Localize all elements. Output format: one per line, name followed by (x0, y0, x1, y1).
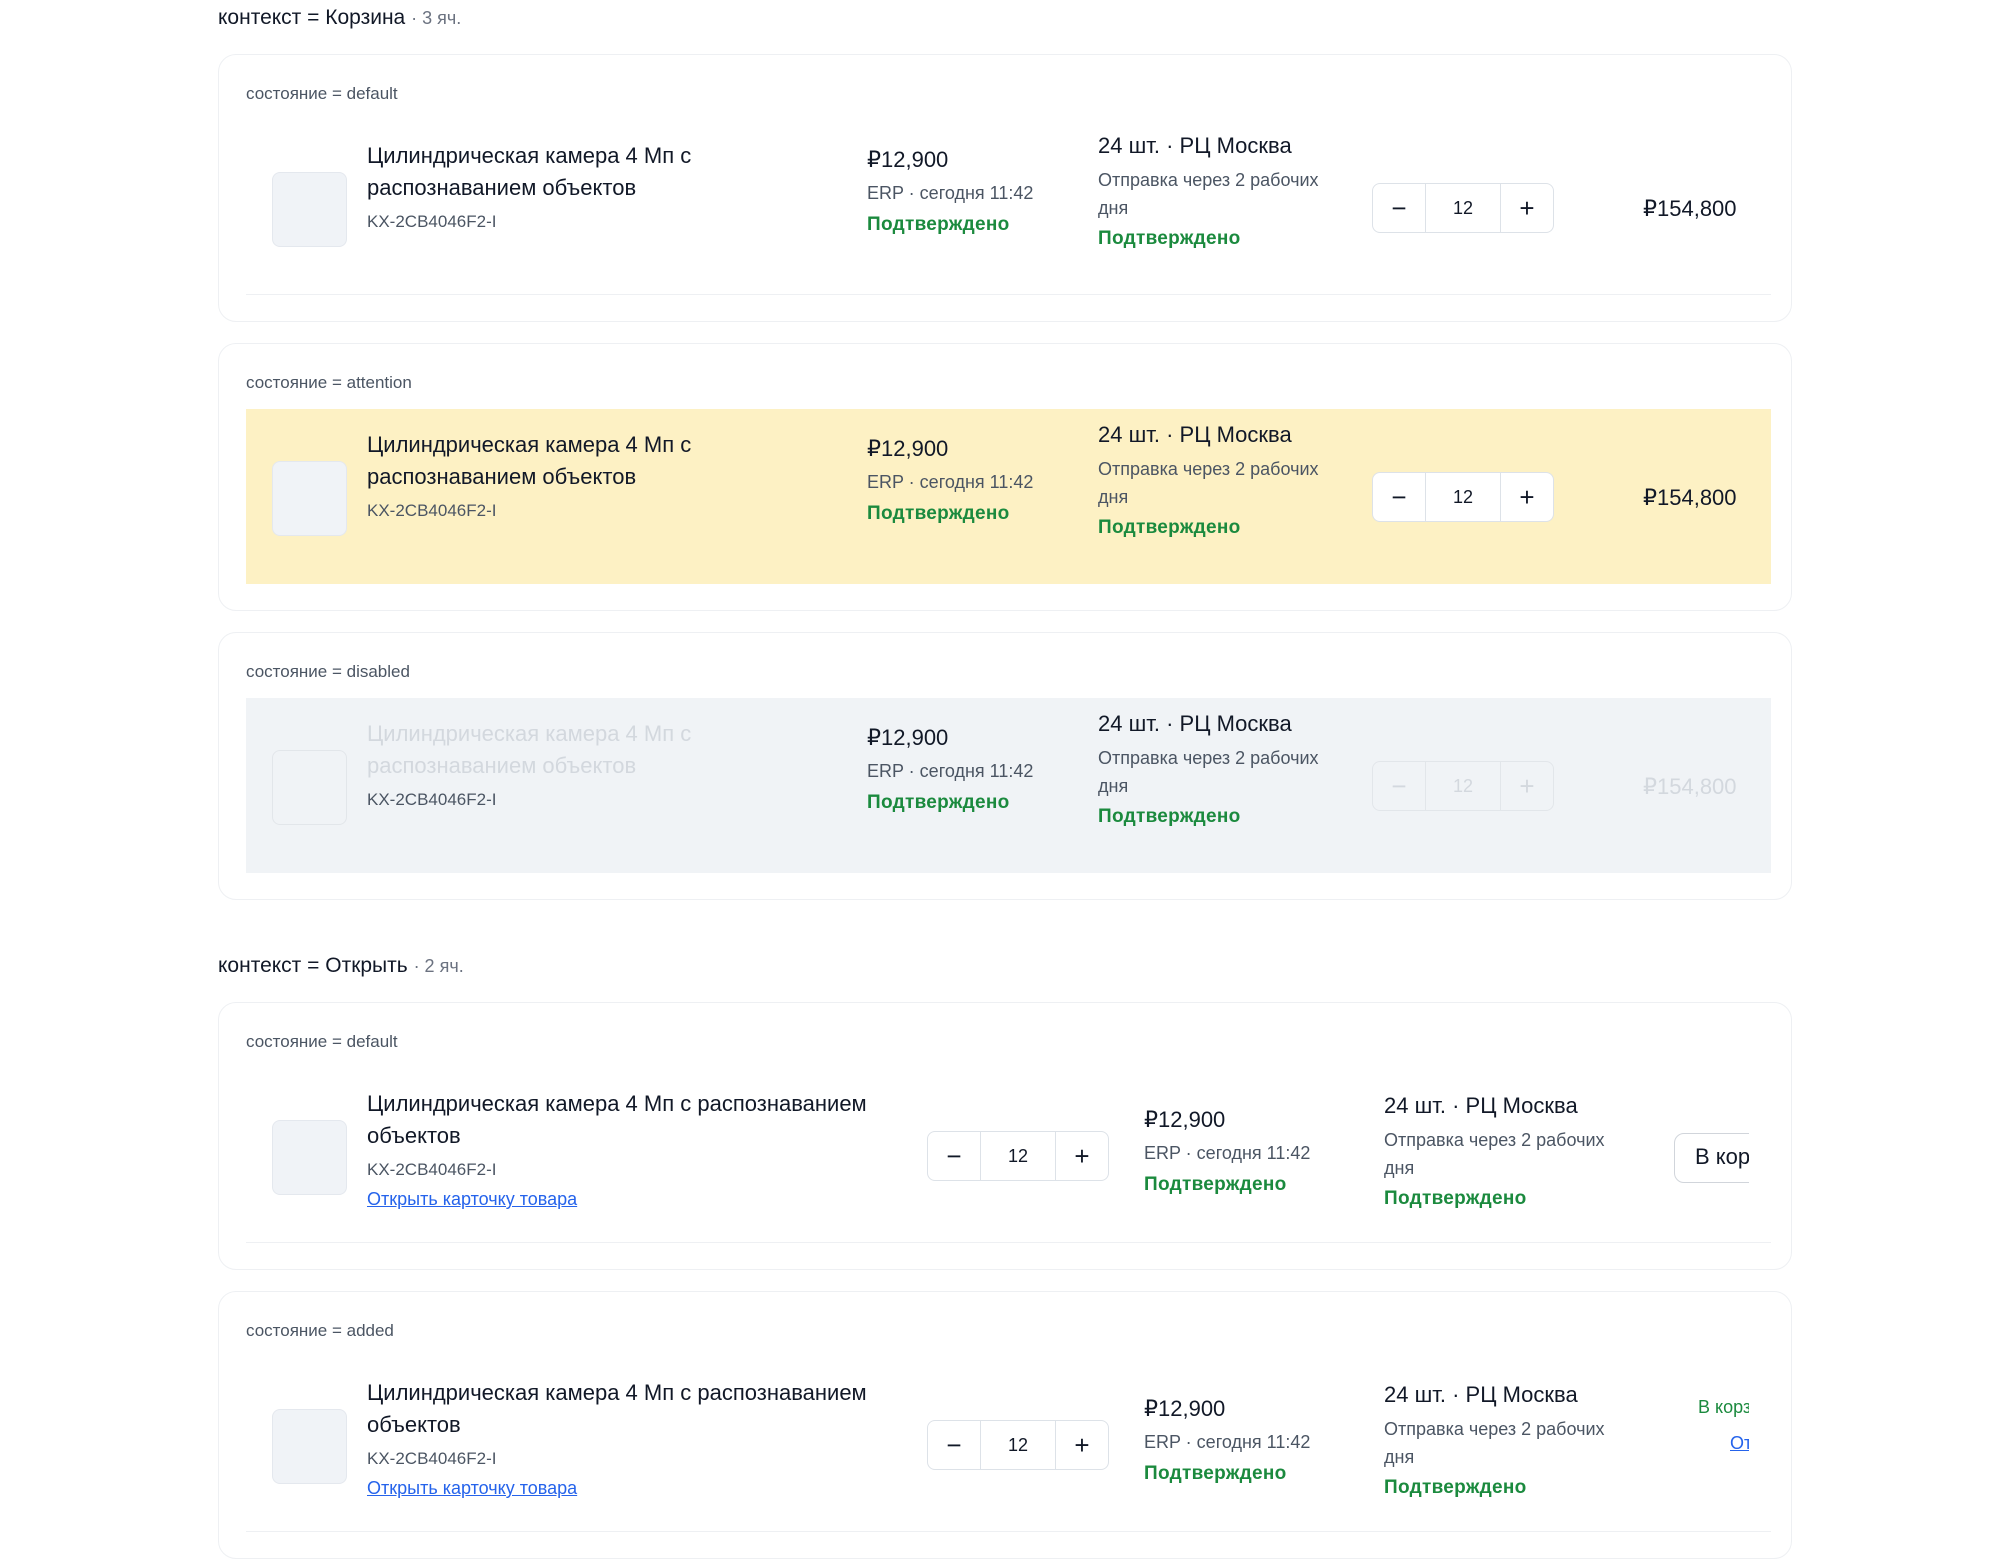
increment-button: + (1519, 770, 1535, 801)
product-sku: KX-2CB4046F2-I (367, 501, 497, 520)
price-status: Подтверждено (867, 503, 1010, 524)
price-source: ERP · сегодня 11:42 (867, 761, 1034, 781)
product-thumbnail (272, 172, 347, 247)
price-status: Подтверждено (867, 792, 1010, 813)
quantity-stepper: − 12 + (1372, 761, 1554, 811)
price-source: ERP · сегодня 11:42 (1144, 1143, 1311, 1163)
card-cart-attention: состояние = attention Цилиндрическая кам… (218, 343, 1792, 611)
line-total: ₽154,800 (1643, 196, 1737, 221)
shipping-info: Отправка через 2 рабочих дня (1098, 170, 1319, 218)
in-cart-status: В корзине (1698, 1397, 1749, 1417)
price-status: Подтверждено (867, 214, 1010, 235)
product-name: Цилиндрическая камера 4 Мп с распознавани… (367, 432, 692, 489)
state-label: состояние = default (246, 84, 398, 103)
price-source: ERP · сегодня 11:42 (867, 183, 1034, 203)
shipping-info: Отправка через 2 рабочих дня (1098, 459, 1319, 507)
shipping-info: Отправка через 2 рабочих дня (1384, 1130, 1605, 1178)
open-product-card-link[interactable]: Открыть карточку товара (367, 1189, 577, 1210)
context-count: · 2 яч. (413, 956, 464, 976)
product-name: Цилиндрическая камера 4 Мп с распознавани… (367, 143, 692, 200)
decrement-button[interactable]: − (1373, 184, 1425, 232)
price: ₽12,900 (867, 147, 949, 172)
quantity-input[interactable]: 12 (980, 1421, 1056, 1469)
state-label: состояние = attention (246, 373, 412, 392)
price: ₽12,900 (867, 436, 949, 461)
product-sku: KX-2CB4046F2-I (367, 212, 497, 231)
price-source: ERP · сегодня 11:42 (867, 472, 1034, 492)
state-label: состояние = disabled (246, 662, 410, 681)
card-open-default: состояние = default Цилиндрическая камер… (218, 1002, 1792, 1270)
price: ₽12,900 (1144, 1107, 1226, 1132)
product-thumbnail (272, 461, 347, 536)
product-thumbnail (272, 1120, 347, 1195)
price: ₽12,900 (1144, 1396, 1226, 1421)
increment-button[interactable]: + (1501, 473, 1553, 521)
shipping-info: Отправка через 2 рабочих дня (1098, 748, 1319, 796)
increment-button[interactable]: + (1056, 1132, 1108, 1180)
quantity-input: 12 (1425, 762, 1501, 810)
stock-amount: 24 шт. · РЦ Москва (1098, 422, 1292, 447)
decrement-button[interactable]: − (928, 1421, 980, 1469)
product-name: Цилиндрическая камера 4 Мп с распознаван… (367, 1091, 867, 1148)
price: ₽12,900 (867, 725, 949, 750)
stock-amount: 24 шт. · РЦ Москва (1384, 1093, 1578, 1118)
open-product-card-link[interactable]: Открыть карточку товара (367, 1478, 577, 1499)
open-link[interactable]: Открыть (1730, 1433, 1749, 1454)
context-title-text: контекст = Открыть (218, 954, 408, 977)
stock-status: Подтверждено (1098, 228, 1241, 249)
card-cart-disabled: состояние = disabled Цилиндрическая каме… (218, 632, 1792, 900)
cart-row-disabled: Цилиндрическая камера 4 Мп с распознавани… (246, 698, 1771, 873)
state-label: состояние = default (246, 1032, 398, 1051)
add-to-cart-clip: В корзину (1674, 1133, 1749, 1185)
quantity-input[interactable]: 12 (980, 1132, 1056, 1180)
product-name: Цилиндрическая камера 4 Мп с распознавани… (367, 721, 692, 778)
context-title-open: контекст = Открыть · 2 яч. (218, 954, 464, 978)
price-status: Подтверждено (1144, 1174, 1287, 1195)
line-total: ₽154,800 (1643, 485, 1737, 510)
product-name: Цилиндрическая камера 4 Мп с распознаван… (367, 1380, 867, 1437)
open-row-added: Цилиндрическая камера 4 Мп с распознаван… (246, 1357, 1771, 1532)
context-title-cart: контекст = Корзина · 3 яч. (218, 6, 461, 30)
stock-status: Подтверждено (1384, 1477, 1527, 1498)
add-to-cart-button[interactable]: В корзину (1674, 1133, 1749, 1183)
price-status: Подтверждено (1144, 1463, 1287, 1484)
increment-button[interactable]: + (1501, 184, 1553, 232)
context-title-text: контекст = Корзина (218, 6, 406, 29)
quantity-input[interactable]: 12 (1425, 473, 1501, 521)
open-row: Цилиндрическая камера 4 Мп с распознаван… (246, 1068, 1771, 1243)
shipping-info: Отправка через 2 рабочих дня (1384, 1419, 1605, 1467)
decrement-button: − (1391, 770, 1407, 801)
stock-status: Подтверждено (1098, 517, 1241, 538)
product-thumbnail (272, 1409, 347, 1484)
quantity-stepper: − 12 + (927, 1420, 1109, 1470)
stock-amount: 24 шт. · РЦ Москва (1384, 1382, 1578, 1407)
product-sku: KX-2CB4046F2-I (367, 790, 497, 809)
decrement-button[interactable]: − (928, 1132, 980, 1180)
cart-row: Цилиндрическая камера 4 Мп с распознавани… (246, 120, 1771, 295)
quantity-stepper: − 12 + (927, 1131, 1109, 1181)
product-thumbnail (272, 750, 347, 825)
stock-status: Подтверждено (1384, 1188, 1527, 1209)
state-label: состояние = added (246, 1321, 394, 1340)
added-status-clip: В корзине Открыть (1698, 1397, 1749, 1461)
product-sku: KX-2CB4046F2-I (367, 1449, 497, 1468)
stock-status: Подтверждено (1098, 806, 1241, 827)
context-count: · 3 яч. (411, 8, 462, 28)
decrement-button[interactable]: − (1373, 473, 1425, 521)
price-source: ERP · сегодня 11:42 (1144, 1432, 1311, 1452)
quantity-stepper: − 12 + (1372, 472, 1554, 522)
quantity-stepper: − 12 + (1372, 183, 1554, 233)
cart-row-attention: Цилиндрическая камера 4 Мп с распознавани… (246, 409, 1771, 584)
increment-button[interactable]: + (1056, 1421, 1108, 1469)
stock-amount: 24 шт. · РЦ Москва (1098, 133, 1292, 158)
stock-amount: 24 шт. · РЦ Москва (1098, 711, 1292, 736)
card-open-added: состояние = added Цилиндрическая камера … (218, 1291, 1792, 1559)
card-cart-default: состояние = default Цилиндрическая камер… (218, 54, 1792, 322)
quantity-input[interactable]: 12 (1425, 184, 1501, 232)
product-sku: KX-2CB4046F2-I (367, 1160, 497, 1179)
line-total: ₽154,800 (1643, 774, 1737, 799)
